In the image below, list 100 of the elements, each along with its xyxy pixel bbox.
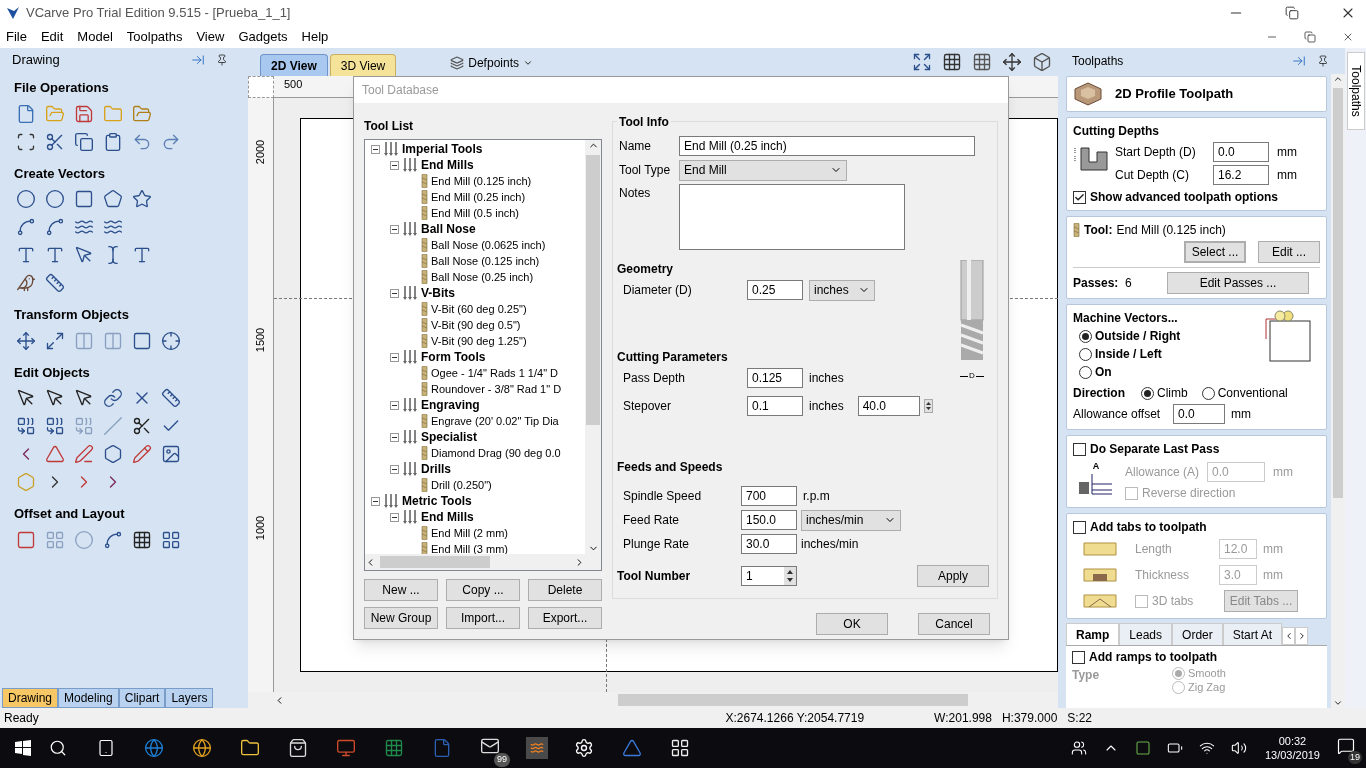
expander-icon[interactable] [390, 464, 399, 474]
pan-icon[interactable] [1000, 50, 1024, 74]
button[interactable]: Cancel [918, 613, 990, 635]
number-field[interactable]: 1 [741, 566, 797, 586]
view-tab[interactable]: 2D View [260, 54, 328, 76]
button[interactable]: OK [816, 613, 888, 635]
scroll-left-icon[interactable] [1282, 627, 1296, 645]
tree-group[interactable]: Form Tools [421, 348, 486, 366]
vertical-scrollbar[interactable] [585, 140, 601, 554]
notes-field[interactable] [679, 184, 905, 250]
dropdown[interactable]: End Mill [679, 159, 847, 181]
menu-item[interactable]: Toolpaths [126, 27, 183, 47]
tree-item[interactable]: End Mill (0.25 inch) [431, 188, 526, 206]
menu-item[interactable]: View [196, 27, 225, 47]
tree-item[interactable]: Diamond Drag (90 deg 0.0 [431, 444, 561, 462]
input-field[interactable]: 16.2 [1213, 164, 1269, 185]
tree-item[interactable]: End Mill (2 mm) [431, 524, 508, 542]
input-field[interactable]: 0.25 [747, 280, 803, 300]
circle-icon[interactable] [14, 187, 38, 211]
tree-group[interactable]: V-Bits [421, 284, 455, 302]
measure-icon[interactable] [159, 386, 183, 410]
button[interactable]: Export... [528, 607, 602, 629]
menu-item[interactable]: Model [77, 27, 113, 47]
button[interactable]: Copy ... [446, 579, 520, 601]
button[interactable]: New Group [364, 607, 438, 629]
input-field[interactable]: 0.0 [1173, 404, 1225, 424]
tree-item[interactable]: Roundover - 3/8" Rad 1" D [431, 380, 562, 398]
checkbox[interactable] [1073, 190, 1086, 204]
expander-icon[interactable] [390, 400, 399, 410]
input-field[interactable]: 0.0 [1213, 141, 1269, 162]
tree-item[interactable]: Ogee - 1/4" Rads 1 1/4" D [431, 364, 559, 382]
tree-group[interactable]: End Mills [421, 508, 474, 526]
menu-item[interactable]: Gadgets [238, 27, 288, 47]
tab[interactable]: Leads [1119, 623, 1173, 645]
input-field[interactable]: 700 [741, 486, 797, 506]
button[interactable]: New ... [364, 579, 438, 601]
expander-icon[interactable] [371, 144, 380, 154]
panel-tab[interactable]: Clipart [118, 688, 166, 708]
line-icon[interactable] [72, 442, 96, 466]
layer-dropdown[interactable]: Defpoints [450, 52, 533, 74]
tree-item[interactable]: V-Bit (60 deg 0.25") [431, 300, 527, 318]
tree-item[interactable]: V-Bit (90 deg 1.25") [431, 332, 527, 350]
expander-icon[interactable] [371, 496, 380, 506]
tree-group[interactable]: End Mills [421, 156, 474, 174]
scroll-down-icon[interactable] [1333, 698, 1343, 708]
tree-group[interactable]: Specialist [421, 428, 478, 446]
panel-tab[interactable]: Layers [165, 688, 214, 708]
vertical-scrollbar[interactable] [1331, 74, 1345, 708]
tab[interactable]: Ramp [1066, 623, 1120, 645]
radio-button[interactable] [1201, 386, 1215, 400]
button[interactable]: Edit Passes ... [1167, 272, 1309, 294]
spinner-icon[interactable] [784, 567, 796, 585]
tree-item[interactable]: Engrave (20' 0.02" Tip Dia [431, 412, 559, 430]
expander-icon[interactable] [390, 352, 399, 362]
dimension-icon[interactable] [43, 271, 67, 295]
menu-item[interactable]: Help [301, 27, 329, 47]
panel-tab[interactable]: Drawing [2, 688, 58, 708]
expander-icon[interactable] [390, 432, 399, 442]
radio-button[interactable] [1141, 386, 1154, 400]
tree-group[interactable]: Imperial Tools [402, 140, 483, 158]
edit-icon[interactable] [130, 442, 154, 466]
scroll-up-icon[interactable] [1333, 74, 1343, 84]
tree-item[interactable]: Ball Nose (0.125 inch) [431, 252, 540, 270]
input-field[interactable]: 40.0 [857, 396, 920, 416]
input-field[interactable]: 0.125 [747, 368, 803, 388]
tree-group[interactable]: Drills [421, 460, 451, 478]
expander-icon[interactable] [390, 288, 399, 298]
side-tab[interactable]: Toolpaths [1346, 52, 1365, 130]
radio-button[interactable] [1079, 347, 1092, 361]
view-tab[interactable]: 3D View [329, 54, 397, 76]
menu-item[interactable]: Edit [40, 27, 64, 47]
tree-group[interactable]: Metric Tools [402, 492, 472, 510]
radio-button[interactable] [1172, 680, 1185, 694]
spinner-icon[interactable] [923, 399, 933, 413]
tab[interactable]: Start At [1222, 623, 1283, 645]
radio-button[interactable] [1079, 365, 1092, 379]
tree-item[interactable]: Ball Nose (0.25 inch) [431, 268, 534, 286]
input-field[interactable]: End Mill (0.25 inch) [679, 136, 975, 156]
panel-tab[interactable]: Modeling [58, 688, 119, 708]
expander-icon[interactable] [390, 224, 399, 234]
dropdown[interactable]: inches [809, 279, 875, 301]
tree-group[interactable]: Ball Nose [421, 220, 476, 238]
expander-icon[interactable] [390, 512, 399, 522]
tree-item[interactable]: Ball Nose (0.0625 inch) [431, 236, 546, 254]
checkbox[interactable] [1072, 650, 1085, 664]
menu-item[interactable]: File [6, 27, 27, 47]
tree-item[interactable]: End Mill (0.125 inch) [431, 172, 532, 190]
tree-group[interactable]: Engraving [421, 396, 480, 414]
button[interactable]: Delete [528, 579, 602, 601]
browser-icon[interactable] [142, 736, 166, 760]
button[interactable]: Apply [917, 565, 989, 587]
input-field[interactable]: 0.1 [747, 396, 803, 416]
tree-item[interactable]: Drill (0.250") [431, 476, 492, 494]
button[interactable]: Select ... [1184, 241, 1246, 263]
globe-icon[interactable] [190, 736, 214, 760]
button[interactable]: Import... [446, 607, 520, 629]
dropdown[interactable]: inches/min [801, 509, 901, 531]
input-field[interactable]: 30.0 [741, 534, 797, 554]
radio-button[interactable] [1079, 329, 1092, 343]
tree-item[interactable]: V-Bit (90 deg 0.5") [431, 316, 521, 334]
